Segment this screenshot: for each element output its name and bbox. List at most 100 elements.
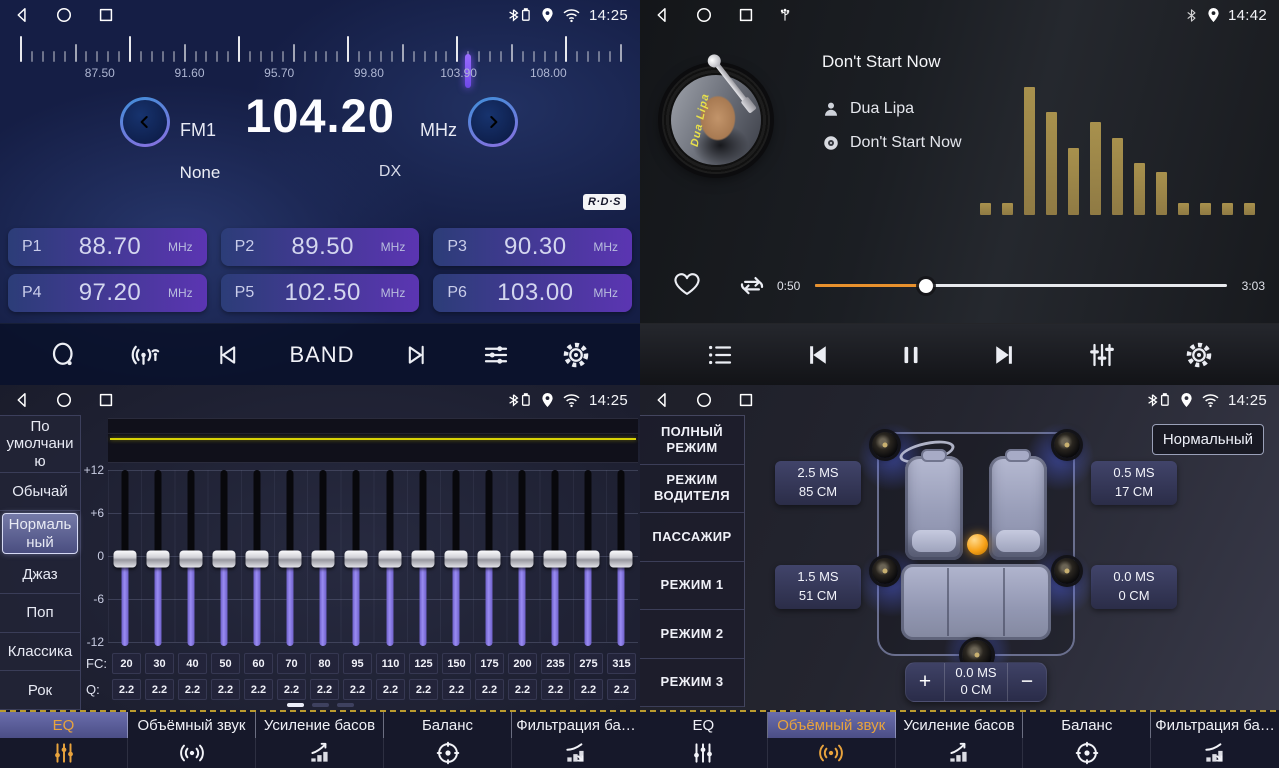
progress-bar[interactable] xyxy=(815,284,1227,287)
tab-4[interactable]: Баланс xyxy=(1023,710,1151,768)
slider-thumb[interactable] xyxy=(179,551,202,568)
slider-thumb[interactable] xyxy=(279,551,302,568)
tab-2[interactable]: Объёмный звук xyxy=(128,710,256,768)
rear-right-speaker-icon[interactable] xyxy=(1054,558,1080,584)
q-value-5[interactable]: 2.2 xyxy=(244,679,273,700)
listening-mode-3[interactable]: ПАССАЖИР xyxy=(640,513,744,562)
slider-thumb[interactable] xyxy=(113,551,136,568)
slider-thumb[interactable] xyxy=(312,551,335,568)
broadcast-button[interactable] xyxy=(129,340,163,370)
fc-value-13[interactable]: 200 xyxy=(508,653,537,674)
tab-3[interactable]: Усиление басов xyxy=(896,710,1024,768)
eq-preset-3[interactable]: Нормальный xyxy=(2,513,78,554)
slider-thumb[interactable] xyxy=(146,551,169,568)
listening-mode-6[interactable]: РЕЖИМ 3 xyxy=(640,659,744,708)
delay-increase-button[interactable]: + xyxy=(906,663,944,701)
rear-left-speaker-icon[interactable] xyxy=(872,558,898,584)
slider-thumb[interactable] xyxy=(411,551,434,568)
tab-3[interactable]: Усиление басов xyxy=(256,710,384,768)
slider-thumb[interactable] xyxy=(511,551,534,568)
page-dot-3[interactable] xyxy=(337,703,354,707)
tab-4[interactable]: Баланс xyxy=(384,710,512,768)
eq-band-slider-14[interactable] xyxy=(543,470,567,648)
tab-1[interactable]: EQ xyxy=(640,710,768,768)
back-icon[interactable] xyxy=(12,390,46,410)
playlist-button[interactable] xyxy=(705,340,735,370)
eq-band-slider-12[interactable] xyxy=(477,470,501,648)
preset-button-p1[interactable]: P1 88.70 MHz xyxy=(8,228,207,266)
slider-thumb[interactable] xyxy=(378,551,401,568)
page-dot-1[interactable] xyxy=(287,703,304,707)
rear-left-delay-button[interactable]: 1.5 MS 51 CM xyxy=(775,565,861,609)
back-icon[interactable] xyxy=(652,390,686,410)
preset-button-p6[interactable]: P6 103.00 MHz xyxy=(433,274,632,312)
frequency-scale[interactable]: 87.5091.6095.7099.80103.90108.00 xyxy=(20,34,620,84)
q-value-3[interactable]: 2.2 xyxy=(178,679,207,700)
band-button[interactable]: BAND xyxy=(289,342,354,368)
front-right-delay-button[interactable]: 0.5 MS 17 CM xyxy=(1091,461,1177,505)
next-track-button[interactable] xyxy=(989,340,1021,370)
back-icon[interactable] xyxy=(652,5,686,25)
fc-value-16[interactable]: 315 xyxy=(607,653,636,674)
recents-icon[interactable] xyxy=(96,5,130,25)
home-icon[interactable] xyxy=(694,390,728,410)
previous-station-button[interactable] xyxy=(212,341,240,369)
q-value-9[interactable]: 2.2 xyxy=(376,679,405,700)
slider-thumb[interactable] xyxy=(246,551,269,568)
eq-band-slider-7[interactable] xyxy=(311,470,335,648)
tab-2[interactable]: Объёмный звук xyxy=(768,710,896,768)
q-value-7[interactable]: 2.2 xyxy=(310,679,339,700)
equalizer-button[interactable] xyxy=(1086,340,1118,370)
q-value-6[interactable]: 2.2 xyxy=(277,679,306,700)
slider-thumb[interactable] xyxy=(577,551,600,568)
listening-position-marker[interactable] xyxy=(967,534,988,555)
home-icon[interactable] xyxy=(694,5,728,25)
fc-value-9[interactable]: 110 xyxy=(376,653,405,674)
tab-5[interactable]: Фильтрация ба… xyxy=(1151,710,1279,768)
front-right-speaker-icon[interactable] xyxy=(1054,432,1080,458)
scan-search-button[interactable] xyxy=(49,340,79,370)
slider-thumb[interactable] xyxy=(444,551,467,568)
fc-value-10[interactable]: 125 xyxy=(409,653,438,674)
profile-button[interactable]: Нормальный xyxy=(1152,424,1264,455)
fc-value-5[interactable]: 60 xyxy=(244,653,273,674)
eq-band-slider-2[interactable] xyxy=(146,470,170,648)
seek-down-button[interactable] xyxy=(120,97,170,147)
eq-band-slider-5[interactable] xyxy=(245,470,269,648)
q-value-4[interactable]: 2.2 xyxy=(211,679,240,700)
slider-thumb[interactable] xyxy=(610,551,633,568)
pause-button[interactable] xyxy=(898,340,924,370)
eq-preset-2[interactable]: Обычай xyxy=(0,473,80,512)
front-left-speaker-icon[interactable] xyxy=(872,432,898,458)
previous-track-button[interactable] xyxy=(801,340,833,370)
repeat-button[interactable] xyxy=(736,270,768,300)
q-value-8[interactable]: 2.2 xyxy=(343,679,372,700)
q-value-10[interactable]: 2.2 xyxy=(409,679,438,700)
eq-band-slider-9[interactable] xyxy=(378,470,402,648)
front-left-delay-button[interactable]: 2.5 MS 85 CM xyxy=(775,461,861,505)
eq-preset-5[interactable]: Поп xyxy=(0,594,80,633)
fc-value-4[interactable]: 50 xyxy=(211,653,240,674)
eq-band-slider-10[interactable] xyxy=(411,470,435,648)
eq-band-slider-8[interactable] xyxy=(344,470,368,648)
eq-preset-6[interactable]: Классика xyxy=(0,633,80,672)
fc-value-6[interactable]: 70 xyxy=(277,653,306,674)
q-value-15[interactable]: 2.2 xyxy=(574,679,603,700)
slider-thumb[interactable] xyxy=(212,551,235,568)
fc-value-14[interactable]: 235 xyxy=(541,653,570,674)
eq-band-slider-4[interactable] xyxy=(212,470,236,648)
q-value-14[interactable]: 2.2 xyxy=(541,679,570,700)
tab-5[interactable]: Фильтрация ба… xyxy=(512,710,640,768)
eq-band-slider-6[interactable] xyxy=(278,470,302,648)
listening-mode-4[interactable]: РЕЖИМ 1 xyxy=(640,562,744,611)
rear-right-delay-button[interactable]: 0.0 MS 0 CM xyxy=(1091,565,1177,609)
eq-band-slider-11[interactable] xyxy=(444,470,468,648)
delay-decrease-button[interactable]: − xyxy=(1008,663,1046,701)
eq-band-slider-13[interactable] xyxy=(510,470,534,648)
eq-band-slider-1[interactable] xyxy=(113,470,137,648)
eq-band-slider-16[interactable] xyxy=(609,470,633,648)
listening-mode-5[interactable]: РЕЖИМ 2 xyxy=(640,610,744,659)
settings-button[interactable] xyxy=(561,340,591,370)
listening-mode-1[interactable]: ПОЛНЫЙ РЕЖИМ xyxy=(640,416,744,465)
slider-thumb[interactable] xyxy=(477,551,500,568)
